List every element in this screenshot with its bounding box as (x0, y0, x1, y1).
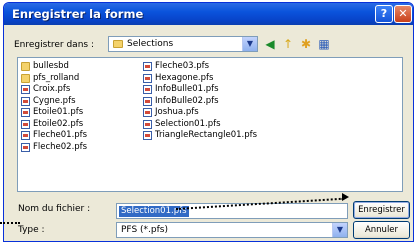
filetype-select[interactable]: PFS (*.pfs) ▼ (116, 222, 348, 238)
list-item[interactable]: Fleche03.pfs (143, 61, 257, 73)
arrow-icon (342, 193, 349, 201)
list-item[interactable]: Hexagone.pfs (143, 73, 257, 85)
file-icon (143, 85, 152, 94)
list-item[interactable]: Etoile02.pfs (21, 119, 87, 131)
save-button[interactable]: Enregistrer (353, 201, 410, 219)
file-icon (21, 131, 30, 140)
filetype-label: Type : (18, 225, 45, 235)
list-item[interactable]: Fleche02.pfs (21, 142, 87, 154)
folder-icon (21, 62, 30, 71)
filename-label: Nom du fichier : (18, 204, 91, 214)
dialog-title: Enregistrer la forme (12, 7, 144, 21)
view-menu-icon[interactable]: ▦ (316, 36, 332, 52)
help-button[interactable]: ? (375, 5, 393, 23)
up-folder-icon[interactable]: ↑ (280, 36, 296, 52)
close-button[interactable]: ✕ (394, 5, 412, 23)
back-icon[interactable]: ◀ (262, 36, 278, 52)
file-icon (21, 142, 30, 152)
file-icon (21, 119, 30, 129)
list-item[interactable]: Cygne.pfs (21, 96, 87, 108)
list-item[interactable]: Croix.pfs (21, 84, 87, 96)
file-icon (21, 96, 30, 106)
save-in-select[interactable]: Selections ▼ (108, 36, 258, 52)
list-item[interactable]: bullesbd (21, 61, 87, 73)
file-icon (143, 62, 152, 71)
callout-pointer-left (0, 222, 20, 224)
file-icon (143, 131, 152, 140)
file-icon (21, 108, 30, 117)
folder-icon (21, 73, 30, 83)
file-icon (143, 73, 152, 83)
title-bar[interactable]: Enregistrer la forme ? ✕ (4, 3, 413, 25)
folder-icon (113, 40, 123, 48)
save-in-value: Selections (127, 39, 174, 49)
new-folder-icon[interactable]: ✱ (298, 36, 314, 52)
file-icon (143, 96, 152, 106)
list-item[interactable]: InfoBulle02.pfs (143, 96, 257, 108)
list-item[interactable]: Fleche01.pfs (21, 130, 87, 142)
cancel-button[interactable]: Annuler (353, 221, 410, 239)
file-column-2: Fleche03.pfs Hexagone.pfs InfoBulle01.pf… (143, 61, 257, 142)
list-item[interactable]: TriangleRectangle01.pfs (143, 130, 257, 142)
file-icon (21, 85, 30, 94)
list-item[interactable]: Joshua.pfs (143, 107, 257, 119)
file-icon (143, 119, 152, 129)
list-item[interactable]: pfs_rolland (21, 73, 87, 85)
list-item[interactable]: Etoile01.pfs (21, 107, 87, 119)
list-item[interactable]: InfoBulle01.pfs (143, 84, 257, 96)
save-in-label: Enregistrer dans : (14, 40, 94, 50)
chevron-down-icon[interactable]: ▼ (332, 223, 347, 237)
file-column-1: bullesbd pfs_rolland Croix.pfs Cygne.pfs… (21, 61, 87, 153)
filetype-value: PFS (*.pfs) (121, 225, 168, 235)
chevron-down-icon[interactable]: ▼ (242, 37, 257, 51)
file-icon (143, 108, 152, 117)
list-item[interactable]: Selection01.pfs (143, 119, 257, 131)
file-list[interactable]: bullesbd pfs_rolland Croix.pfs Cygne.pfs… (17, 57, 403, 192)
